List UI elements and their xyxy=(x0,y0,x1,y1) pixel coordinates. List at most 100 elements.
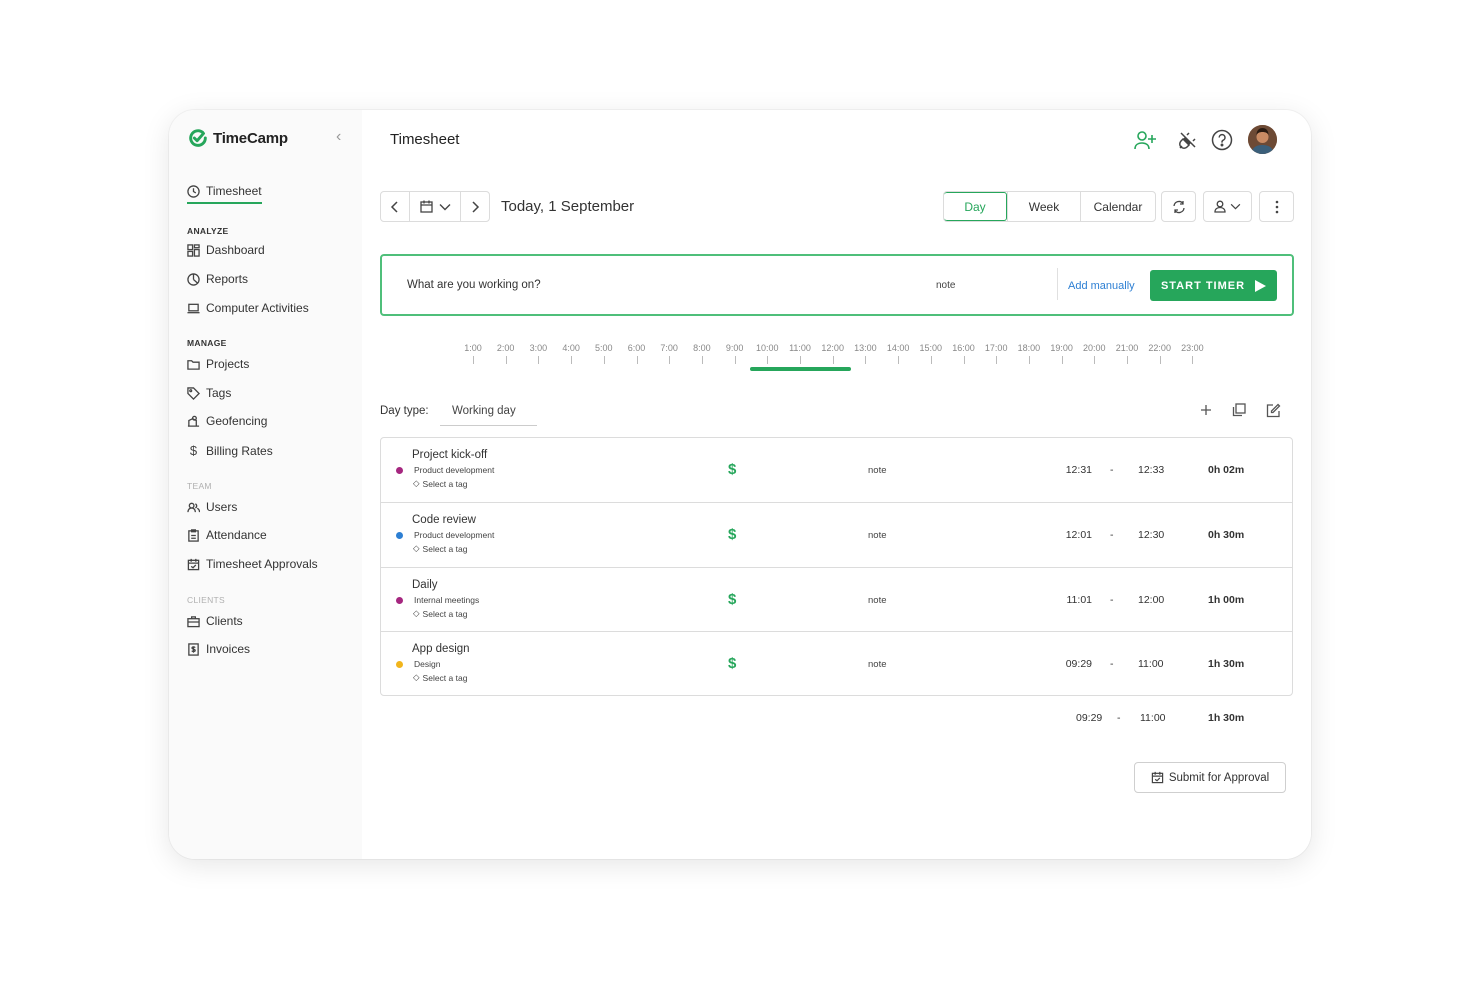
entry-start-time[interactable]: 09:29 xyxy=(1066,658,1092,670)
billable-toggle[interactable]: $ xyxy=(728,591,736,608)
users-icon xyxy=(187,502,200,512)
timeline-hour-label: 20:00 xyxy=(1083,343,1106,353)
entry-project[interactable]: Internal meetings xyxy=(414,595,479,605)
tab-calendar[interactable]: Calendar xyxy=(1080,192,1155,221)
daytype-select[interactable]: Working day xyxy=(440,398,537,426)
entry-project[interactable]: Product development xyxy=(414,465,494,475)
entry-tag-select[interactable]: ◇ Select a tag xyxy=(413,608,467,619)
entry-duration[interactable]: 1h 00m xyxy=(1208,594,1244,606)
project-color-dot xyxy=(396,661,403,668)
timeline-hour-tick xyxy=(898,356,900,364)
sidebar-item-geofencing[interactable]: Geofencing xyxy=(187,414,267,428)
more-options-button[interactable] xyxy=(1259,191,1294,222)
timeline-hour-tick xyxy=(930,356,932,364)
duplicate-icon[interactable] xyxy=(1229,400,1249,420)
sidebar-item-reports[interactable]: Reports xyxy=(187,272,248,286)
timeline-hour-label: 9:00 xyxy=(725,343,744,353)
integrations-plug-icon[interactable] xyxy=(1175,127,1201,153)
sidebar-item-tags[interactable]: Tags xyxy=(187,386,231,400)
timeline-tracked-bar[interactable] xyxy=(750,367,851,371)
start-timer-button[interactable]: START TIMER xyxy=(1150,270,1277,301)
sidebar-item-computer-activities[interactable]: Computer Activities xyxy=(187,301,309,315)
table-row[interactable]: Code review Product development ◇ Select … xyxy=(381,502,1292,566)
user-avatar[interactable] xyxy=(1248,125,1277,154)
table-row[interactable]: App design Design ◇ Select a tag $ note 0… xyxy=(381,631,1292,695)
entry-title[interactable]: App design xyxy=(412,643,470,655)
dollar-icon: $ xyxy=(189,443,198,458)
entry-note[interactable]: note xyxy=(868,595,887,606)
entry-duration[interactable]: 0h 30m xyxy=(1208,529,1244,541)
previous-day-button[interactable] xyxy=(380,191,410,222)
sidebar-item-users[interactable]: Users xyxy=(187,500,237,514)
timeline-hour-tick xyxy=(473,356,474,364)
entry-duration[interactable]: 1h 30m xyxy=(1208,658,1244,670)
refresh-icon xyxy=(1172,200,1185,213)
table-row[interactable]: Daily Internal meetings ◇ Select a tag $ … xyxy=(381,567,1292,631)
timeline-hour-tick xyxy=(1159,356,1161,364)
next-day-button[interactable] xyxy=(460,191,490,222)
timeline-hour-tick xyxy=(1192,356,1194,364)
entry-note[interactable]: note xyxy=(868,659,887,670)
sidebar-item-dashboard[interactable]: Dashboard xyxy=(187,243,265,257)
tab-week[interactable]: Week xyxy=(1007,192,1080,221)
timeline-hour-tick xyxy=(865,356,867,364)
entry-start-time[interactable]: 12:31 xyxy=(1066,464,1092,476)
entry-tag-select[interactable]: ◇ Select a tag xyxy=(413,478,467,489)
entry-end-time[interactable]: 12:00 xyxy=(1138,594,1164,606)
entry-title[interactable]: Daily xyxy=(412,579,438,591)
timeline-hour-label: 19:00 xyxy=(1050,343,1073,353)
logo[interactable]: TimeCamp xyxy=(187,127,288,149)
timeline-hour-label: 17:00 xyxy=(984,343,1008,353)
collapse-sidebar-icon[interactable]: ‹ xyxy=(336,128,350,146)
sidebar-item-timesheet[interactable]: Timesheet xyxy=(187,184,262,204)
entry-end-time[interactable]: 12:30 xyxy=(1138,529,1164,541)
billable-toggle[interactable]: $ xyxy=(728,655,736,672)
billable-toggle[interactable]: $ xyxy=(728,526,736,543)
timeline-hour-tick xyxy=(571,356,573,364)
sidebar-item-billing-rates[interactable]: $ Billing Rates xyxy=(187,443,273,458)
add-entry-icon[interactable] xyxy=(1196,400,1216,420)
entry-duration[interactable]: 0h 02m xyxy=(1208,464,1244,476)
entry-note[interactable]: note xyxy=(868,530,887,541)
add-manually-link[interactable]: Add manually xyxy=(1068,280,1135,292)
project-color-dot xyxy=(396,532,403,539)
date-picker-button[interactable] xyxy=(409,191,461,222)
divider xyxy=(1057,268,1058,300)
entry-project[interactable]: Design xyxy=(414,659,440,669)
entry-title[interactable]: Project kick-off xyxy=(412,449,487,461)
entry-project[interactable]: Product development xyxy=(414,530,494,540)
entry-tag-select[interactable]: ◇ Select a tag xyxy=(413,672,467,683)
sidebar-item-timesheet-approvals[interactable]: Timesheet Approvals xyxy=(187,557,318,571)
play-icon xyxy=(1255,279,1267,292)
billable-toggle[interactable]: $ xyxy=(728,461,736,478)
timeline-hour-tick xyxy=(767,356,769,364)
tab-day[interactable]: Day xyxy=(944,192,1007,221)
sidebar-item-invoices[interactable]: Invoices xyxy=(187,642,250,656)
calendar-check-icon xyxy=(187,558,200,570)
entry-tag-select[interactable]: ◇ Select a tag xyxy=(413,543,467,554)
entry-start-time[interactable]: 11:01 xyxy=(1067,594,1093,606)
entry-end-time[interactable]: 11:00 xyxy=(1138,658,1164,670)
user-select-button[interactable] xyxy=(1203,191,1252,222)
entry-start-time[interactable]: 12:01 xyxy=(1066,529,1092,541)
chevron-right-icon xyxy=(472,200,480,213)
total-time-separator: - xyxy=(1117,712,1121,724)
submit-for-approval-button[interactable]: Submit for Approval xyxy=(1134,762,1286,793)
entry-end-time[interactable]: 12:33 xyxy=(1138,464,1164,476)
edit-icon[interactable] xyxy=(1263,400,1283,420)
sync-button[interactable] xyxy=(1161,191,1196,222)
entry-note[interactable]: note xyxy=(868,465,887,476)
table-row[interactable]: Project kick-off Product development ◇ Se… xyxy=(381,438,1292,502)
project-color-dot xyxy=(396,597,403,604)
help-icon[interactable] xyxy=(1209,127,1235,153)
timeline-hour-tick xyxy=(1028,356,1030,364)
main-content: Timesheet Today, 1 September Day Week Ca… xyxy=(362,110,1311,859)
sidebar-item-projects[interactable]: Projects xyxy=(187,357,249,371)
sidebar-item-clients[interactable]: Clients xyxy=(187,614,243,628)
entry-tag-label: Select a tag xyxy=(422,672,468,683)
task-input[interactable]: What are you working on? xyxy=(407,279,541,291)
entry-title[interactable]: Code review xyxy=(412,514,476,526)
add-user-icon[interactable] xyxy=(1132,127,1158,153)
sidebar-item-attendance[interactable]: Attendance xyxy=(187,528,267,542)
note-input[interactable]: note xyxy=(936,280,955,291)
